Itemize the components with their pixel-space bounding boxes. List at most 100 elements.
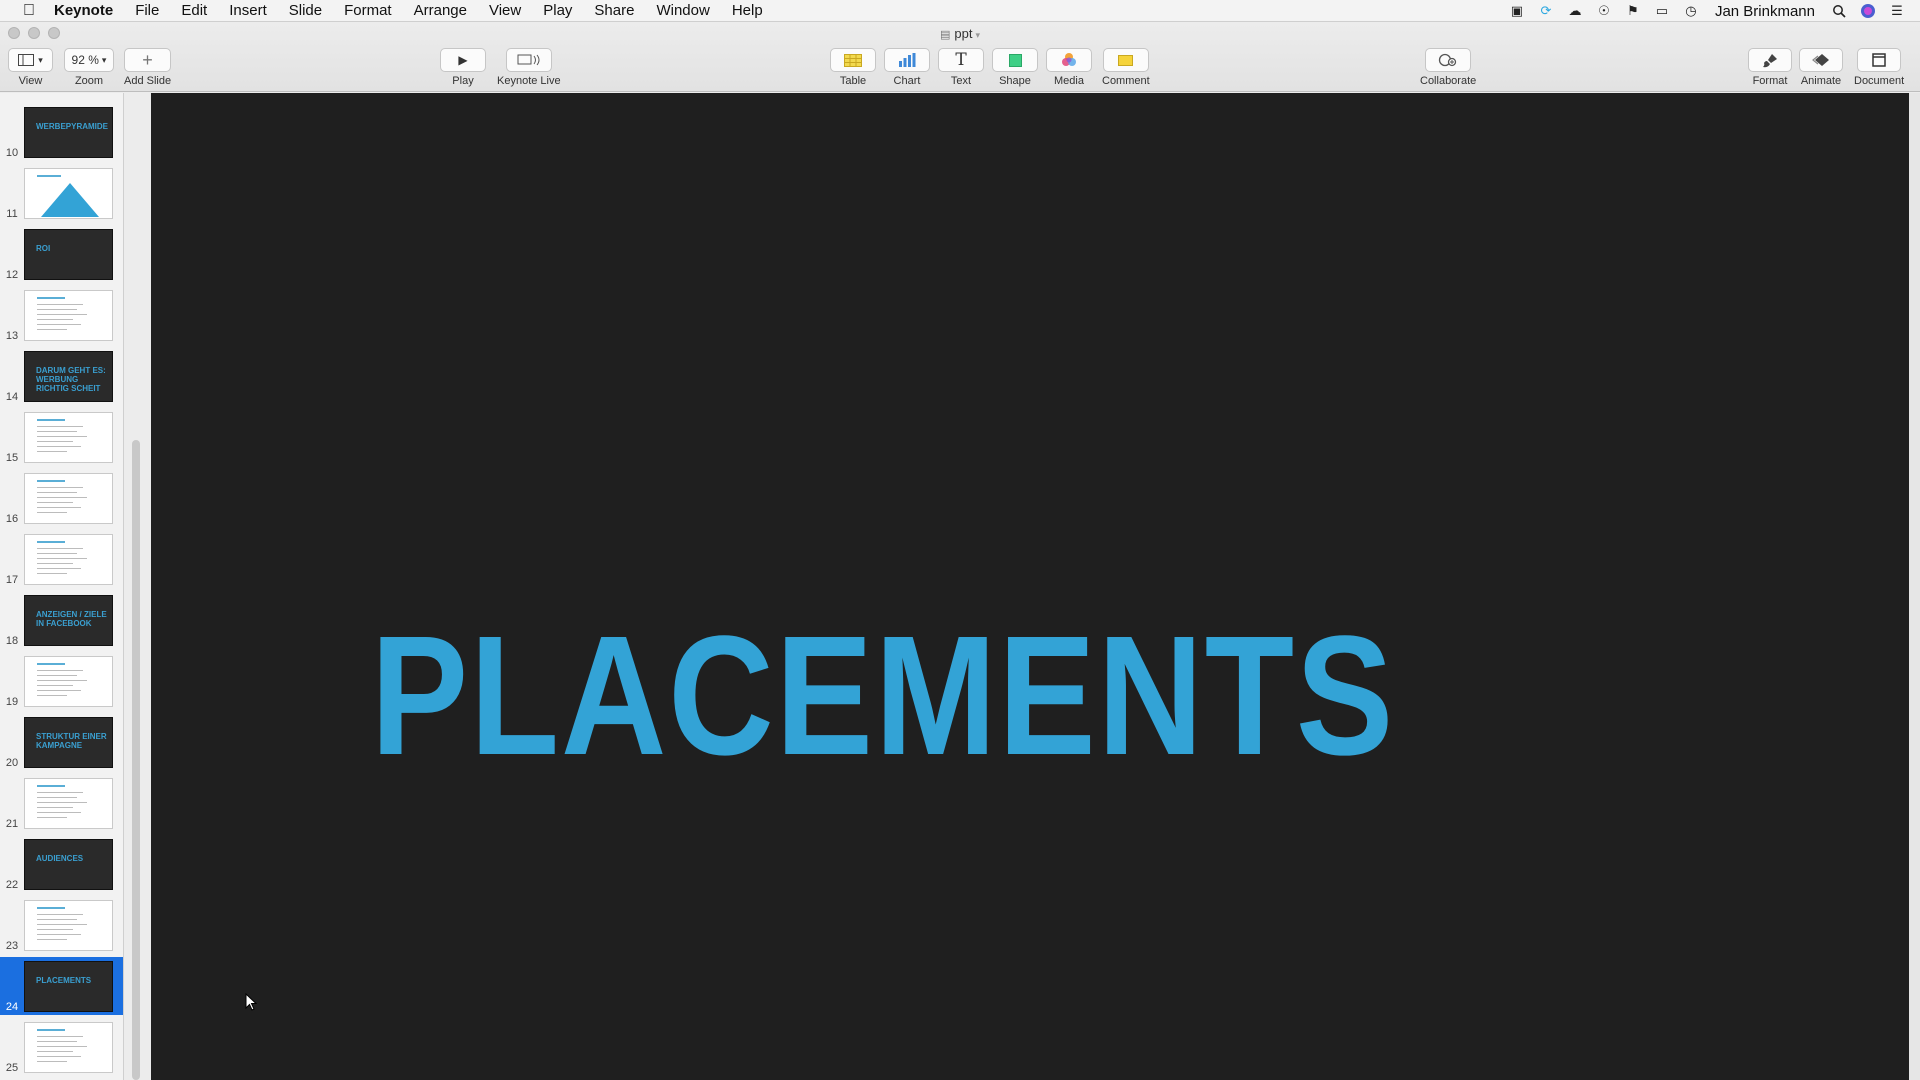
format-button[interactable] [1748, 48, 1792, 72]
chart-button[interactable] [884, 48, 930, 72]
comment-label: Comment [1102, 75, 1150, 87]
slide-thumbnail-row[interactable]: 17 [0, 530, 123, 588]
slide-thumbnail[interactable] [24, 412, 113, 463]
thumbnail-heading-line [37, 419, 65, 421]
slide-thumbnail-row[interactable]: 22 AUDIENCES [0, 835, 123, 893]
slide-thumbnail-row[interactable]: 14 DARUM GEHT ES: WERBUNG RICHTIG SCHEIT [0, 347, 123, 405]
slide-navigator[interactable]: 10 WERBEPYRAMIDE 11 12 ROI 13 14 DARUM GEHT ES:… [0, 93, 124, 1080]
play-button[interactable]: ▶ [440, 48, 486, 72]
menu-insert[interactable]: Insert [218, 0, 278, 22]
slide-thumbnail[interactable] [24, 290, 113, 341]
menu-format[interactable]: Format [333, 0, 403, 22]
menu-window[interactable]: Window [645, 0, 720, 22]
slide-thumbnail-row[interactable]: 24 PLACEMENTS [0, 957, 123, 1015]
thumbnail-text-line [37, 914, 83, 915]
siri-icon[interactable] [1859, 3, 1877, 19]
document-button[interactable] [1857, 48, 1902, 72]
menu-share[interactable]: Share [583, 0, 645, 22]
slide-thumbnail-row[interactable]: 11 [0, 164, 123, 222]
notification-center-icon[interactable]: ☰ [1888, 3, 1906, 19]
notification-icon[interactable]: ⚑ [1624, 3, 1642, 19]
slide-thumbnail-row[interactable]: 19 [0, 652, 123, 710]
slide-number: 16 [5, 513, 19, 525]
text-button[interactable]: T [938, 48, 984, 72]
thumbnail-text-line [37, 919, 77, 920]
add-slide-label: Add Slide [124, 75, 172, 87]
status-area: ▣ ⟳ ☁ ☉ ⚑ ▭ ◷ Jan Brinkmann ☰ [1508, 0, 1906, 22]
slide-thumbnail[interactable] [24, 534, 113, 585]
view-label: View [18, 75, 43, 87]
menu-edit[interactable]: Edit [170, 0, 218, 22]
slide-thumbnail-row[interactable]: 12 ROI [0, 225, 123, 283]
slide-thumbnail-row[interactable]: 23 [0, 896, 123, 954]
slide-thumbnail-row[interactable]: 20 STRUKTUR EINER KAMPAGNE [0, 713, 123, 771]
slide-thumbnail[interactable]: PLACEMENTS [24, 961, 113, 1012]
menu-slide[interactable]: Slide [278, 0, 333, 22]
shape-button[interactable] [992, 48, 1038, 72]
thumbnail-text-line [37, 670, 83, 671]
slide-thumbnail-row[interactable]: 21 [0, 774, 123, 832]
document-title[interactable]: ▤ ppt ▾ [0, 26, 1920, 41]
sync-icon[interactable]: ⟳ [1537, 3, 1555, 19]
slide-thumbnail-row[interactable]: 15 [0, 408, 123, 466]
slide-thumbnail[interactable]: AUDIENCES [24, 839, 113, 890]
screen-record-icon[interactable]: ▣ [1508, 3, 1526, 19]
menu-view[interactable]: View [478, 0, 532, 22]
menu-file[interactable]: File [124, 0, 170, 22]
text-icon: T [955, 50, 967, 70]
media-button[interactable] [1046, 48, 1092, 72]
password-icon[interactable]: ☉ [1595, 3, 1613, 19]
slide-thumbnail-row[interactable]: 13 [0, 286, 123, 344]
menu-help[interactable]: Help [721, 0, 774, 22]
slide-title[interactable]: PLACEMENTS [272, 611, 1494, 781]
slide-thumbnail[interactable] [24, 168, 113, 219]
slide-thumbnail[interactable] [24, 473, 113, 524]
sidebar-icon [18, 54, 35, 66]
slide-thumbnail[interactable]: ANZEIGEN / ZIELE IN FACEBOOK [24, 595, 113, 646]
add-slide-button[interactable]: + [124, 48, 172, 72]
keynote-live-button[interactable] [505, 48, 552, 72]
slide-number: 20 [5, 757, 19, 769]
slide-thumbnail-row[interactable]: 18 ANZEIGEN / ZIELE IN FACEBOOK [0, 591, 123, 649]
zoom-control: 92 % ▾ Zoom [64, 48, 114, 87]
slide-thumbnail-row[interactable]: 16 [0, 469, 123, 527]
thumbnail-text-line [37, 1061, 67, 1062]
slide-thumbnail-row[interactable]: 10 WERBEPYRAMIDE [0, 103, 123, 161]
thumbnail-heading-line [37, 480, 65, 482]
airplay-icon[interactable]: ▭ [1653, 3, 1671, 19]
slide-canvas[interactable]: PLACEMENTS [151, 93, 1909, 1080]
slide-thumbnail[interactable] [24, 656, 113, 707]
menu-arrange[interactable]: Arrange [403, 0, 478, 22]
slide-thumbnail[interactable] [24, 778, 113, 829]
view-button[interactable]: ▾ [8, 48, 53, 72]
collaborate-button[interactable] [1425, 48, 1472, 72]
slide-number: 17 [5, 574, 19, 586]
media-label: Media [1054, 75, 1084, 87]
slide-thumbnail[interactable]: STRUKTUR EINER KAMPAGNE [24, 717, 113, 768]
slide-thumbnail[interactable] [24, 900, 113, 951]
collaborate-control: Collaborate [1420, 48, 1476, 87]
comment-button[interactable] [1102, 48, 1149, 72]
slide-thumbnail-row[interactable]: 25 [0, 1018, 123, 1076]
navigator-scrollbar[interactable] [132, 440, 140, 1080]
zoom-button[interactable]: 92 % ▾ [64, 48, 114, 72]
menu-app-keynote[interactable]: Keynote [54, 0, 124, 22]
slide-thumbnail[interactable]: WERBEPYRAMIDE [24, 107, 113, 158]
slide-thumbnail[interactable]: DARUM GEHT ES: WERBUNG RICHTIG SCHEIT [24, 351, 113, 402]
slide-thumbnail[interactable]: ROI [24, 229, 113, 280]
cloud-icon[interactable]: ☁ [1566, 3, 1584, 19]
apple-icon[interactable]:  [18, 2, 40, 20]
media-control: Media [1046, 48, 1092, 87]
table-button[interactable] [830, 48, 876, 72]
user-name[interactable]: Jan Brinkmann [1715, 3, 1815, 20]
menu-play[interactable]: Play [532, 0, 583, 22]
slide-thumbnail[interactable] [24, 1022, 113, 1073]
time-machine-icon[interactable]: ◷ [1682, 3, 1700, 19]
animate-button[interactable] [1799, 48, 1843, 72]
thumbnail-text-line [37, 792, 83, 793]
spotlight-search-icon[interactable] [1830, 3, 1848, 19]
document-icon: ▤ [939, 29, 951, 41]
thumbnail-text-line [37, 1041, 77, 1042]
thumbnail-triangle-graphic [41, 183, 99, 217]
thumbnail-text-line [37, 329, 67, 330]
